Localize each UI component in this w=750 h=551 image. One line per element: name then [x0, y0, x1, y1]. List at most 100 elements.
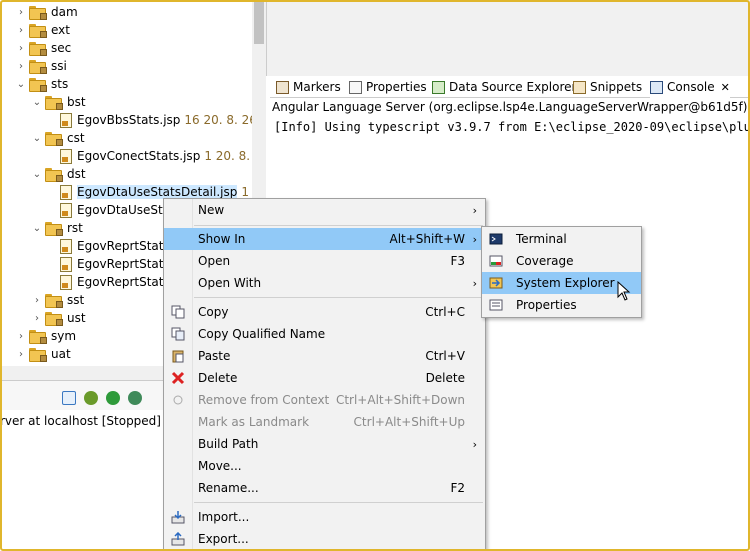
collapse-icon[interactable]	[62, 391, 76, 405]
jsp-file-icon	[60, 202, 72, 218]
chevron-down-icon[interactable]: ⌄	[32, 133, 42, 144]
context-menu: New › Show In Alt+Shift+W › Open F3 Open Wit…	[163, 198, 486, 551]
profile-icon[interactable]	[128, 391, 142, 405]
console-output-line: [Info] Using typescript v3.9.7 from E:\e…	[274, 120, 750, 134]
import-icon	[170, 509, 186, 525]
menu-item-rename[interactable]: Rename... F2	[164, 477, 485, 499]
scrollbar-thumb[interactable]	[254, 0, 264, 44]
menu-item-new[interactable]: New ›	[164, 199, 485, 221]
tree-item-file[interactable]: EgovDtaUseStat	[60, 201, 175, 219]
chevron-right-icon[interactable]: ›	[16, 43, 26, 54]
tree-item-file[interactable]: EgovReprtStatsI	[60, 255, 173, 273]
snippets-icon	[573, 80, 586, 94]
chevron-down-icon[interactable]: ⌄	[16, 79, 26, 90]
tree-item-sec[interactable]: › sec	[16, 39, 71, 57]
tree-item-sst[interactable]: › sst	[32, 291, 84, 309]
menu-item-show-in[interactable]: Show In Alt+Shift+W ›	[164, 228, 485, 250]
tree-item-file[interactable]: EgovConectStats.jsp1 20. 8. 3	[60, 147, 252, 165]
debug-icon[interactable]	[84, 391, 98, 405]
menu-item-open-with[interactable]: Open With ›	[164, 272, 485, 294]
tab-console[interactable]: Console ✕	[650, 76, 730, 98]
jsp-file-icon	[60, 238, 72, 254]
tree-item-ust[interactable]: › ust	[32, 309, 86, 327]
menu-item-copy[interactable]: Copy Ctrl+C	[164, 301, 485, 323]
copy-icon	[170, 304, 186, 320]
tab-markers[interactable]: Markers	[276, 76, 341, 98]
package-folder-icon	[29, 348, 47, 362]
package-folder-icon	[45, 132, 63, 146]
system-explorer-icon	[488, 275, 504, 291]
chevron-right-icon[interactable]: ›	[16, 25, 26, 36]
package-folder-icon	[45, 222, 63, 236]
chevron-right-icon[interactable]: ›	[16, 7, 26, 18]
menu-item-remove-from-context[interactable]: Remove from Context Ctrl+Alt+Shift+Down	[164, 389, 485, 411]
tree-item-ssi[interactable]: › ssi	[16, 57, 67, 75]
chevron-right-icon[interactable]: ›	[16, 61, 26, 72]
package-folder-icon	[29, 330, 47, 344]
data-source-icon	[432, 80, 445, 94]
menu-item-delete[interactable]: Delete Delete	[164, 367, 485, 389]
tree-item-dam[interactable]: › dam	[16, 3, 78, 21]
package-folder-icon	[29, 60, 47, 74]
jsp-file-icon	[60, 112, 72, 128]
menu-item-import[interactable]: Import...	[164, 506, 485, 528]
markers-icon	[276, 80, 289, 94]
view-tabs: Markers Properties Data Source Explorer …	[270, 76, 750, 98]
chevron-right-icon[interactable]: ›	[16, 331, 26, 342]
jsp-file-icon	[60, 256, 72, 272]
remove-context-icon	[170, 392, 186, 408]
show-in-submenu: Terminal Coverage System Explorer Proper…	[481, 226, 642, 318]
tab-data-source-explorer[interactable]: Data Source Explorer	[432, 76, 576, 98]
jsp-file-icon	[60, 148, 72, 164]
package-folder-icon	[29, 42, 47, 56]
console-icon	[650, 80, 663, 94]
jsp-file-icon	[60, 274, 72, 290]
submenu-item-terminal[interactable]: Terminal	[482, 228, 641, 250]
menu-item-copy-qualified-name[interactable]: Copy Qualified Name	[164, 323, 485, 345]
coverage-icon	[488, 253, 504, 269]
delete-icon	[170, 370, 186, 386]
export-icon	[170, 531, 186, 547]
package-folder-icon	[45, 168, 63, 182]
tree-item-dst[interactable]: ⌄ dst	[32, 165, 86, 183]
submenu-item-coverage[interactable]: Coverage	[482, 250, 641, 272]
terminal-icon	[488, 231, 504, 247]
tree-item-ext[interactable]: › ext	[16, 21, 70, 39]
tree-item-sym[interactable]: › sym	[16, 327, 76, 345]
package-folder-icon	[45, 312, 63, 326]
chevron-right-icon[interactable]: ›	[32, 313, 42, 324]
chevron-down-icon[interactable]: ⌄	[32, 97, 42, 108]
tree-item-cst[interactable]: ⌄ cst	[32, 129, 85, 147]
chevron-right-icon[interactable]: ›	[16, 349, 26, 360]
menu-item-open[interactable]: Open F3	[164, 250, 485, 272]
jsp-file-icon	[60, 184, 72, 200]
submenu-arrow-icon: ›	[472, 232, 477, 246]
tree-item-file[interactable]: EgovReprtStatsI	[60, 237, 173, 255]
tree-item-rst[interactable]: ⌄ rst	[32, 219, 83, 237]
menu-item-build-path[interactable]: Build Path ›	[164, 433, 485, 455]
package-folder-icon	[45, 294, 63, 308]
mouse-cursor-icon	[617, 281, 631, 301]
menu-item-export[interactable]: Export...	[164, 528, 485, 550]
tree-item-uat[interactable]: › uat	[16, 345, 71, 363]
tab-properties[interactable]: Properties	[349, 76, 427, 98]
properties-icon	[488, 297, 504, 313]
start-icon[interactable]	[106, 391, 120, 405]
chevron-down-icon[interactable]: ⌄	[32, 169, 42, 180]
properties-icon	[349, 80, 362, 94]
console-title: Angular Language Server (org.eclipse.lsp…	[272, 100, 748, 114]
tree-item-bst[interactable]: ⌄ bst	[32, 93, 86, 111]
chevron-right-icon[interactable]: ›	[32, 295, 42, 306]
chevron-down-icon[interactable]: ⌄	[32, 223, 42, 234]
package-folder-icon	[29, 6, 47, 20]
tree-item-file[interactable]: EgovReprtStatsI	[60, 273, 173, 291]
tree-item-sts[interactable]: ⌄ sts	[16, 75, 68, 93]
submenu-arrow-icon: ›	[472, 203, 477, 217]
close-icon[interactable]: ✕	[721, 81, 730, 94]
paste-icon	[170, 348, 186, 364]
menu-item-paste[interactable]: Paste Ctrl+V	[164, 345, 485, 367]
tab-snippets[interactable]: Snippets	[573, 76, 642, 98]
tree-item-file[interactable]: EgovBbsStats.jsp16 20. 8. 26.	[60, 111, 252, 129]
menu-item-mark-as-landmark[interactable]: Mark as Landmark Ctrl+Alt+Shift+Up	[164, 411, 485, 433]
menu-item-move[interactable]: Move...	[164, 455, 485, 477]
